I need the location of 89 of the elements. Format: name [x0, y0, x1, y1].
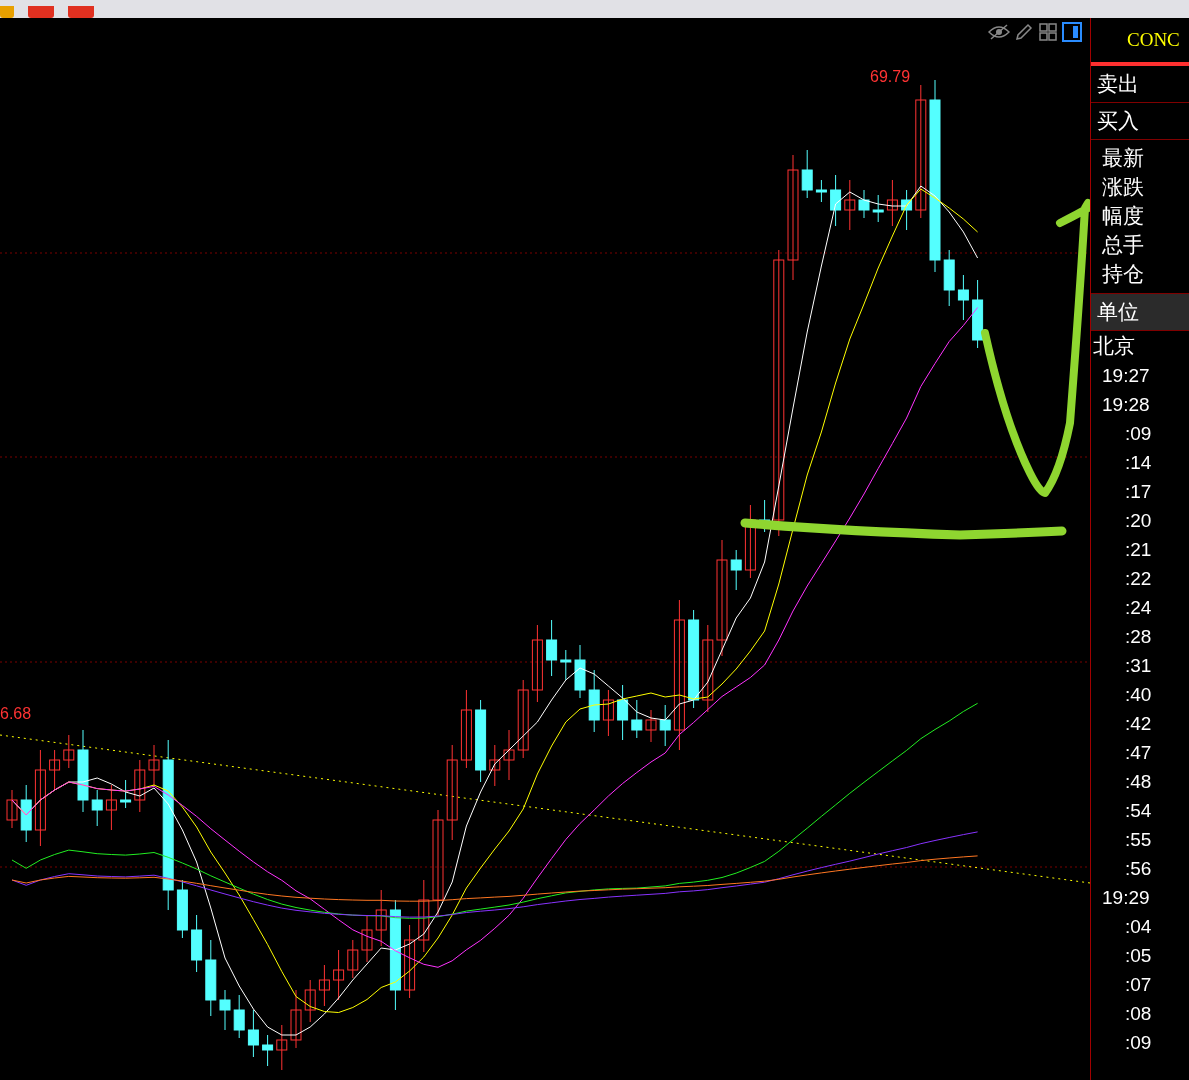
candlestick [290, 989, 302, 1049]
candlestick [6, 789, 18, 829]
candlestick [901, 189, 913, 231]
candlestick [191, 914, 203, 973]
candlestick [830, 174, 842, 227]
quote-row[interactable]: 单位 [1091, 294, 1189, 331]
time-label: :42 [1124, 712, 1153, 736]
quote-label: 买入 [1097, 108, 1140, 135]
quote-label: 持仓 [1101, 261, 1145, 288]
candlestick [588, 669, 600, 733]
eye-slash-icon[interactable] [988, 24, 1010, 40]
time-label: 19:27 [1101, 364, 1151, 388]
candlestick [276, 1024, 288, 1071]
high-price-label: 69.79 [870, 68, 911, 86]
time-label: :54 [1124, 799, 1153, 823]
candlestick [134, 759, 146, 813]
quote-label: 涨跌 [1101, 174, 1145, 201]
candlestick [333, 949, 345, 1001]
quote-label: 卖出 [1097, 71, 1140, 98]
candlestick [801, 149, 813, 199]
time-label: :17 [1124, 480, 1153, 504]
time-label: :28 [1124, 625, 1153, 649]
candlestick [844, 179, 856, 231]
candlestick [560, 649, 572, 681]
candlestick [219, 989, 231, 1031]
time-label: 19:29 [1101, 886, 1151, 910]
candlestick [815, 179, 827, 203]
candlestick [886, 179, 898, 227]
time-label: :40 [1124, 683, 1153, 707]
time-label: :07 [1124, 973, 1153, 997]
candlestick [63, 734, 75, 769]
quote-row[interactable]: 买入 [1091, 103, 1189, 140]
candlestick [546, 619, 558, 677]
time-label: :22 [1124, 567, 1153, 591]
candlestick [730, 549, 742, 591]
time-label: :09 [1124, 1031, 1153, 1055]
pencil-icon[interactable] [1014, 22, 1034, 42]
candlestick [91, 789, 103, 827]
candlestick [972, 279, 984, 349]
candlestick [105, 784, 117, 831]
candlestick [574, 644, 586, 699]
time-label: :47 [1124, 741, 1153, 765]
time-label: :05 [1124, 944, 1153, 968]
time-label: :31 [1124, 654, 1153, 678]
time-label: :08 [1124, 1002, 1153, 1026]
candlestick [957, 274, 969, 321]
candlestick [872, 194, 884, 223]
candlestick [645, 709, 657, 743]
candlestick [347, 939, 359, 979]
quote-label: 总手 [1101, 232, 1145, 259]
quote-label: 单位 [1097, 299, 1140, 326]
time-label: :21 [1124, 538, 1153, 562]
quote-row[interactable]: 卖出 [1091, 66, 1189, 103]
candlestick [49, 749, 61, 791]
time-label: :04 [1124, 915, 1153, 939]
candlestick [759, 499, 771, 533]
time-zone-label: 北京 [1092, 333, 1136, 360]
candlestick [503, 729, 515, 781]
candlestick [262, 1034, 274, 1067]
candlestick [489, 744, 501, 787]
candlestick [20, 784, 32, 843]
candlestick [148, 744, 160, 787]
candlestick [318, 964, 330, 1007]
candlestick [858, 189, 870, 219]
time-label: :14 [1124, 451, 1153, 475]
time-label: :56 [1124, 857, 1153, 881]
candlestick [602, 689, 614, 737]
price-label: 6.68 [0, 705, 32, 723]
time-label: :55 [1124, 828, 1153, 852]
candlestick [247, 1009, 259, 1058]
candlestick [375, 889, 387, 947]
grid-icon[interactable] [1038, 22, 1058, 42]
candlestick [304, 979, 316, 1023]
quote-label: 最新 [1101, 145, 1145, 172]
contract-title: CONC [1127, 29, 1180, 51]
candlestick [120, 779, 132, 809]
time-label: 19:28 [1101, 393, 1151, 417]
candlestick [617, 684, 629, 741]
time-label: :24 [1124, 596, 1153, 620]
candlestick [659, 704, 671, 747]
candlestick [631, 699, 643, 739]
time-label: :48 [1124, 770, 1153, 794]
side-panel-icon[interactable] [1062, 22, 1082, 42]
candlestick [233, 994, 245, 1039]
candlestick [943, 249, 955, 307]
time-label: :20 [1124, 509, 1153, 533]
candlestick [361, 914, 373, 963]
quote-label: 幅度 [1101, 203, 1145, 230]
time-label: :09 [1124, 422, 1153, 446]
